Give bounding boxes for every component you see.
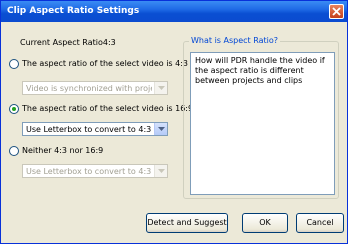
dropdown-4-3-arrow[interactable] xyxy=(154,82,167,94)
ok-button[interactable]: OK xyxy=(242,213,288,233)
dropdown-16-9[interactable]: Use Letterbox to convert to 4:3 looking xyxy=(22,122,168,136)
dropdown-neither-value: Use Letterbox to convert to 4:3 looking xyxy=(26,167,152,176)
dropdown-16-9-arrow[interactable] xyxy=(154,123,167,135)
radio-neither-label[interactable]: Neither 4:3 nor 16:9 xyxy=(22,146,103,155)
chevron-down-icon xyxy=(158,169,165,173)
radio-4-3-label[interactable]: The aspect ratio of the select video is … xyxy=(22,59,188,68)
title-bar[interactable]: Clip Aspect Ratio Settings xyxy=(1,1,347,22)
dropdown-16-9-value: Use Letterbox to convert to 4:3 looking xyxy=(26,125,152,134)
radio-4-3[interactable] xyxy=(9,59,19,69)
radio-selected-dot xyxy=(12,107,16,111)
info-text-area[interactable]: How will PDR handle the video if the asp… xyxy=(190,52,335,195)
chevron-down-icon xyxy=(158,127,165,131)
dropdown-4-3[interactable]: Video is synchronized with project aspec… xyxy=(22,81,168,95)
dialog-window: Clip Aspect Ratio Settings Current Aspec… xyxy=(0,0,348,244)
radio-16-9[interactable] xyxy=(9,104,19,114)
current-aspect-ratio-label: Current Aspect Ratio4:3 xyxy=(20,38,116,47)
dropdown-4-3-value: Video is synchronized with project aspec… xyxy=(26,84,152,93)
dropdown-neither[interactable]: Use Letterbox to convert to 4:3 looking xyxy=(22,164,168,178)
close-button[interactable] xyxy=(329,4,344,19)
detect-and-suggest-button[interactable]: Detect and Suggest xyxy=(146,213,228,233)
radio-16-9-label[interactable]: The aspect ratio of the select video is … xyxy=(22,104,193,113)
window-title: Clip Aspect Ratio Settings xyxy=(7,6,140,16)
close-icon xyxy=(332,7,341,16)
cancel-button[interactable]: Cancel xyxy=(296,213,344,233)
info-group-title: What is Aspect Ratio? xyxy=(189,36,280,45)
dropdown-neither-arrow[interactable] xyxy=(154,165,167,177)
radio-neither[interactable] xyxy=(9,146,19,156)
chevron-down-icon xyxy=(158,86,165,90)
